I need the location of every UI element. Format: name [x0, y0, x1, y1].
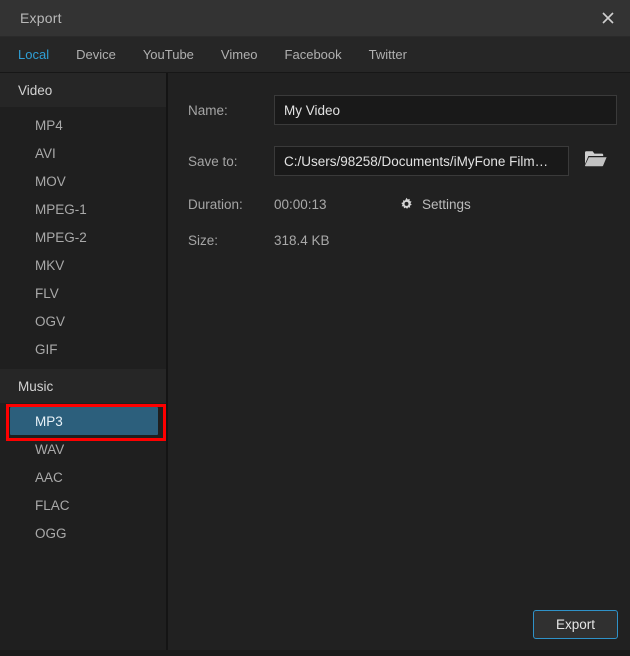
video-format-list: MP4 AVI MOV MPEG-1 MPEG-2 MKV FLV OGV GI…: [0, 107, 166, 363]
format-item-flv[interactable]: FLV: [0, 279, 166, 307]
tab-vimeo[interactable]: Vimeo: [221, 37, 258, 72]
tab-youtube[interactable]: YouTube: [143, 37, 194, 72]
group-header-music: Music: [0, 369, 166, 403]
window-bottom-edge: [0, 650, 630, 656]
tab-local[interactable]: Local: [18, 37, 49, 72]
duration-label: Duration:: [188, 197, 274, 212]
size-row: Size: 318.4 KB: [188, 233, 617, 248]
folder-icon: [584, 149, 608, 174]
name-input[interactable]: My Video: [274, 95, 617, 125]
browse-folder-button[interactable]: [583, 149, 609, 173]
name-row: Name: My Video: [188, 95, 617, 125]
settings-label: Settings: [422, 197, 471, 212]
size-value: 318.4 KB: [274, 233, 399, 248]
size-label: Size:: [188, 233, 274, 248]
format-item-ogv[interactable]: OGV: [0, 307, 166, 335]
settings-button[interactable]: Settings: [399, 197, 471, 212]
dialog-footer: Export: [168, 592, 630, 656]
tab-device[interactable]: Device: [76, 37, 116, 72]
close-icon: [600, 10, 616, 26]
save-to-row: Save to: C:/Users/98258/Documents/iMyFon…: [188, 146, 617, 176]
format-item-mp4[interactable]: MP4: [0, 111, 166, 139]
tab-twitter[interactable]: Twitter: [369, 37, 407, 72]
window-title: Export: [0, 10, 62, 26]
format-item-mov[interactable]: MOV: [0, 167, 166, 195]
format-item-aac[interactable]: AAC: [0, 463, 166, 491]
save-to-label: Save to:: [188, 154, 274, 169]
export-dialog: Export Local Device YouTube Vimeo Facebo…: [0, 0, 630, 656]
tab-bar: Local Device YouTube Vimeo Facebook Twit…: [0, 37, 630, 73]
format-item-flac[interactable]: FLAC: [0, 491, 166, 519]
gear-icon: [399, 197, 414, 212]
format-item-mpeg-2[interactable]: MPEG-2: [0, 223, 166, 251]
format-sidebar: Video MP4 AVI MOV MPEG-1 MPEG-2 MKV FLV …: [0, 73, 168, 656]
name-label: Name:: [188, 103, 274, 118]
duration-value: 00:00:13: [274, 197, 399, 212]
title-bar: Export: [0, 0, 630, 37]
music-format-list: MP3 WAV AAC FLAC OGG: [0, 403, 166, 547]
export-form: Name: My Video Save to: C:/Users/98258/D…: [168, 73, 630, 592]
tab-facebook[interactable]: Facebook: [285, 37, 342, 72]
format-item-mp3[interactable]: MP3: [10, 407, 158, 435]
format-item-gif[interactable]: GIF: [0, 335, 166, 363]
close-button[interactable]: [586, 0, 630, 36]
save-to-input[interactable]: C:/Users/98258/Documents/iMyFone Film…: [274, 146, 569, 176]
dialog-content: Video MP4 AVI MOV MPEG-1 MPEG-2 MKV FLV …: [0, 73, 630, 656]
duration-row: Duration: 00:00:13 Settings: [188, 197, 617, 212]
format-item-avi[interactable]: AVI: [0, 139, 166, 167]
group-header-video: Video: [0, 73, 166, 107]
format-item-mkv[interactable]: MKV: [0, 251, 166, 279]
export-button[interactable]: Export: [533, 610, 618, 639]
export-settings-panel: Name: My Video Save to: C:/Users/98258/D…: [168, 73, 630, 656]
format-item-ogg[interactable]: OGG: [0, 519, 166, 547]
format-item-wav[interactable]: WAV: [0, 435, 166, 463]
format-item-mpeg-1[interactable]: MPEG-1: [0, 195, 166, 223]
